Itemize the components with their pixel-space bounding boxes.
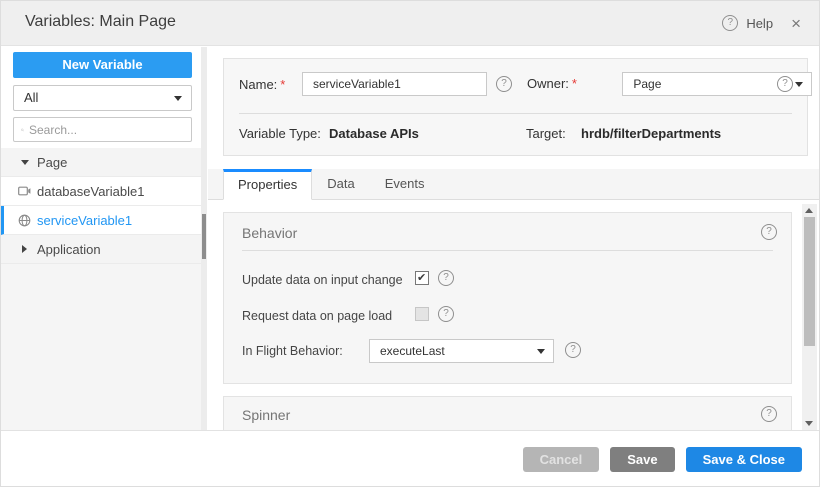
tab-events[interactable]: Events: [370, 169, 440, 199]
variable-detail-panel: Name:* Owner:* Page Variable Type: Datab…: [208, 47, 819, 432]
cancel-button[interactable]: Cancel: [523, 447, 600, 472]
save-and-close-button[interactable]: Save & Close: [686, 447, 802, 472]
required-marker: *: [280, 77, 285, 92]
name-help-icon[interactable]: [496, 76, 512, 92]
required-marker: *: [572, 76, 577, 91]
request-data-checkbox[interactable]: [415, 307, 429, 321]
target-value: hrdb/filterDepartments: [581, 126, 721, 141]
tree-group-page[interactable]: Page: [1, 148, 201, 177]
spinner-help-icon[interactable]: [761, 406, 777, 422]
variables-sidebar: New Variable All Page: [1, 47, 207, 432]
sidebar-scrollbar-track[interactable]: [201, 47, 207, 432]
variable-type-label: Variable Type:: [239, 126, 321, 141]
in-flight-behavior-help-icon[interactable]: [565, 342, 581, 358]
detail-tabs: Properties Data Events: [208, 169, 819, 200]
search-input[interactable]: [29, 123, 184, 137]
tab-data[interactable]: Data: [312, 169, 369, 199]
request-data-label: Request data on page load: [242, 309, 392, 323]
tree-item-databasevariable1[interactable]: databaseVariable1: [1, 177, 201, 206]
behavior-section-title: Behavior: [242, 225, 297, 241]
name-owner-row: Name:* Owner:* Page: [239, 72, 795, 96]
update-data-label: Update data on input change: [242, 273, 403, 287]
new-variable-button[interactable]: New Variable: [13, 52, 192, 78]
page-title: Variables: Main Page: [25, 13, 176, 31]
type-target-row: Variable Type: Database APIs Target: hrd…: [239, 126, 795, 144]
properties-scroll-area: Behavior Update data on input change Req…: [208, 200, 819, 432]
in-flight-behavior-select[interactable]: executeLast: [369, 339, 554, 363]
header-divider: [239, 113, 792, 114]
dialog-footer: Cancel Save Save & Close: [1, 430, 819, 486]
tree-item-label: databaseVariable1: [37, 184, 144, 199]
variable-filter-value: All: [24, 90, 38, 105]
help-icon[interactable]: [722, 15, 738, 31]
in-flight-behavior-value: executeLast: [380, 344, 445, 358]
request-data-help-icon[interactable]: [438, 306, 454, 322]
dialog-titlebar: Variables: Main Page Help ×: [1, 1, 819, 46]
chevron-down-icon: [537, 349, 545, 354]
spinner-section-title: Spinner: [242, 407, 290, 423]
tree-group-application[interactable]: Application: [1, 235, 201, 264]
target-label: Target:: [526, 126, 566, 141]
close-icon[interactable]: ×: [791, 15, 801, 32]
tree-item-label: serviceVariable1: [37, 213, 132, 228]
section-divider: [242, 250, 773, 251]
caret-down-icon: [21, 160, 29, 165]
update-data-checkbox[interactable]: [415, 271, 429, 285]
name-input[interactable]: [302, 72, 487, 96]
scroll-up-icon[interactable]: [805, 208, 813, 213]
variable-filter-select[interactable]: All: [13, 85, 192, 111]
owner-value: Page: [633, 77, 661, 91]
variable-type-value: Database APIs: [329, 126, 419, 141]
help-link[interactable]: Help: [746, 16, 773, 31]
update-data-help-icon[interactable]: [438, 270, 454, 286]
scroll-down-icon[interactable]: [805, 421, 813, 426]
variable-search[interactable]: [13, 117, 192, 142]
variables-dialog: Variables: Main Page Help × New Variable…: [0, 0, 820, 487]
in-flight-behavior-label: In Flight Behavior:: [242, 344, 343, 358]
search-icon: [21, 124, 24, 136]
owner-help-icon[interactable]: [777, 76, 793, 92]
titlebar-actions: Help ×: [722, 1, 801, 45]
properties-scrollbar[interactable]: [802, 204, 817, 430]
save-button[interactable]: Save: [610, 447, 674, 472]
chevron-down-icon: [174, 96, 182, 101]
service-variable-icon: [18, 214, 31, 227]
tree-item-servicevariable1[interactable]: serviceVariable1: [1, 206, 201, 235]
behavior-section: Behavior Update data on input change Req…: [223, 212, 792, 384]
sidebar-scrollbar-thumb[interactable]: [202, 214, 206, 259]
tab-properties[interactable]: Properties: [223, 169, 312, 200]
owner-label: Owner:*: [527, 76, 577, 91]
spinner-section: Spinner: [223, 396, 792, 432]
variable-summary-card: Name:* Owner:* Page Variable Type: Datab…: [223, 58, 808, 156]
variable-tree: Page databaseVariable1: [1, 148, 201, 264]
behavior-help-icon[interactable]: [761, 224, 777, 240]
properties-scrollbar-thumb[interactable]: [804, 217, 815, 346]
caret-right-icon: [22, 245, 27, 253]
name-label: Name:*: [239, 77, 285, 92]
tree-group-label: Application: [37, 242, 101, 257]
database-variable-icon: [18, 186, 31, 196]
tree-group-label: Page: [37, 155, 67, 170]
chevron-down-icon: [795, 82, 803, 87]
tree-empty-area: [1, 264, 201, 432]
